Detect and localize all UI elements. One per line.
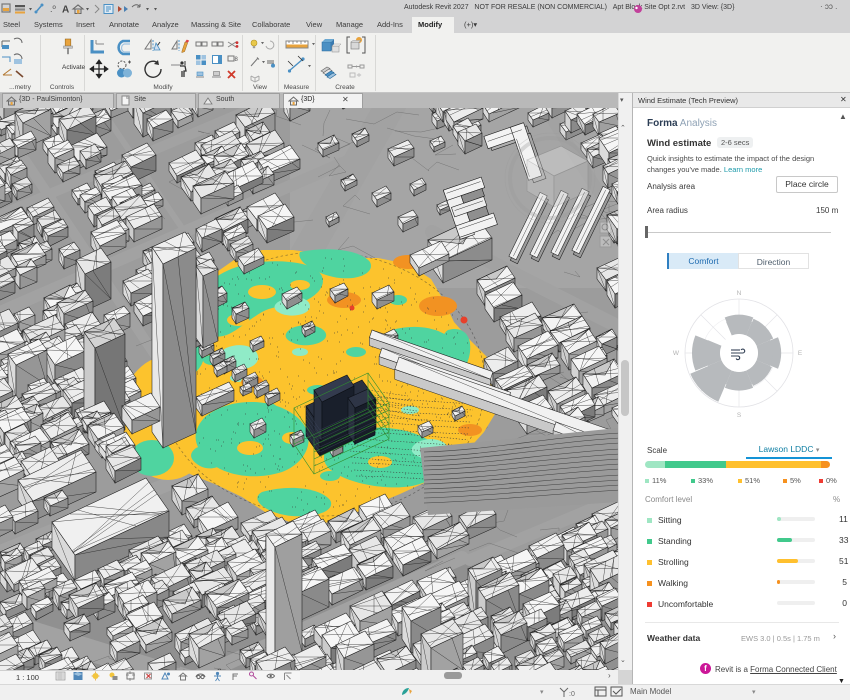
svg-text:.º: .º — [50, 4, 57, 14]
svg-text:S: S — [737, 412, 742, 419]
svg-text:A: A — [62, 5, 69, 16]
svg-text:N: N — [737, 290, 742, 297]
svg-text:Activate: Activate — [62, 64, 86, 71]
svg-text:8: 8 — [235, 57, 239, 63]
svg-text:W: W — [673, 350, 680, 357]
svg-text:E: E — [798, 350, 803, 357]
svg-text::0: :0 — [569, 691, 575, 698]
